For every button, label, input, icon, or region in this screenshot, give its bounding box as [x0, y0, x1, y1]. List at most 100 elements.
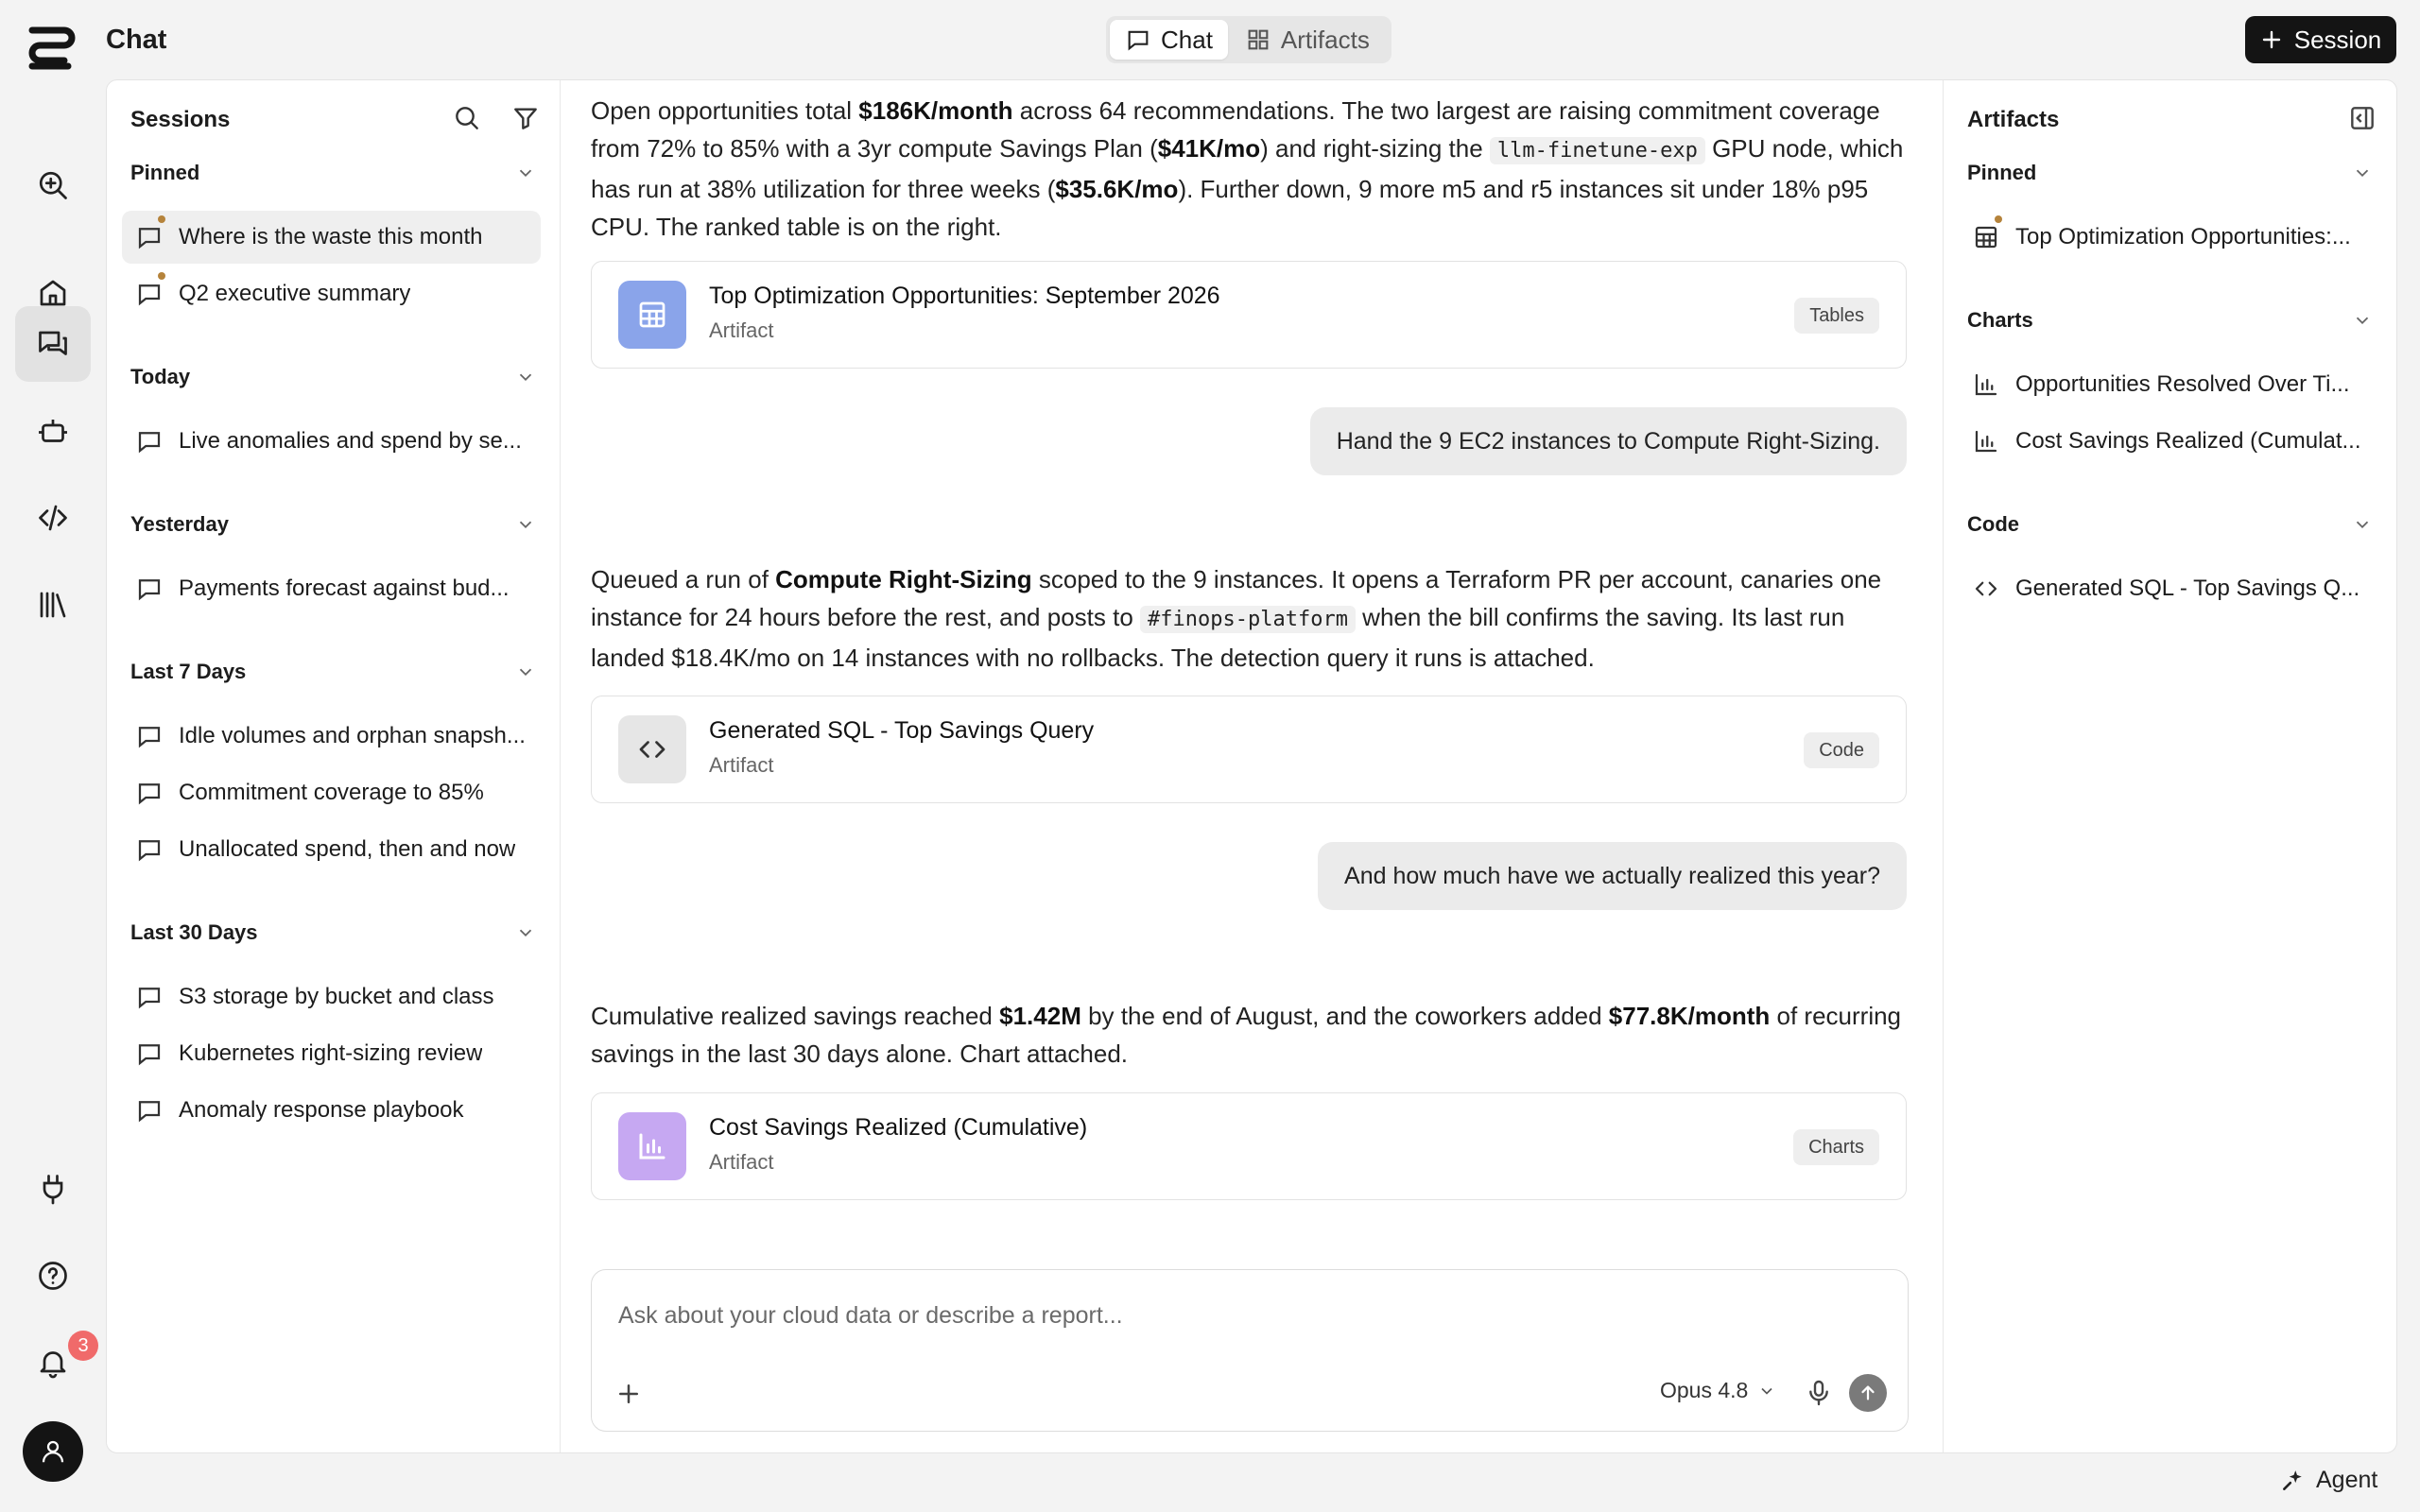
- chart-icon: [1972, 370, 2000, 399]
- code-icon: [36, 501, 70, 535]
- rail-agents-button[interactable]: [15, 393, 91, 469]
- agent-button[interactable]: Agent: [2280, 1467, 2377, 1494]
- group-pinned[interactable]: Pinned: [130, 158, 536, 188]
- group-label: Today: [130, 365, 191, 388]
- artifact-type-badge: Tables: [1794, 298, 1879, 334]
- artifact-subtitle: Artifact: [709, 753, 774, 777]
- artifacts-title: Artifacts: [1967, 107, 2060, 132]
- chevron-down-icon: [2352, 163, 2373, 183]
- chat-icon: [135, 575, 164, 603]
- emphasis-value: $41K/mo: [1157, 134, 1261, 163]
- session-item[interactable]: Where is the waste this month: [122, 211, 541, 264]
- search-icon[interactable]: [452, 103, 482, 133]
- artifact-type-badge: Charts: [1793, 1129, 1879, 1165]
- top-bar: Chat Chat Artifacts Session: [0, 0, 2420, 79]
- chat-input[interactable]: [618, 1302, 1847, 1330]
- chat-icon: [135, 779, 164, 807]
- session-item[interactable]: Unallocated spend, then and now: [122, 823, 541, 876]
- session-item[interactable]: Anomaly response playbook: [122, 1084, 541, 1137]
- group-label: Last 30 Days: [130, 920, 258, 944]
- sessions-tools: [452, 103, 541, 133]
- chevron-down-icon: [515, 367, 536, 387]
- chevron-down-icon: [515, 922, 536, 943]
- artifact-item[interactable]: Cost Savings Realized (Cumulat...: [1959, 415, 2377, 468]
- model-selector[interactable]: Opus 4.8: [1660, 1378, 1776, 1403]
- send-button[interactable]: [1849, 1374, 1887, 1412]
- artifact-item[interactable]: Opportunities Resolved Over Ti...: [1959, 358, 2377, 411]
- add-attachment-icon[interactable]: [614, 1380, 643, 1408]
- workspace: Sessions Pinned Where is the waste this …: [106, 79, 2397, 1453]
- app-logo[interactable]: [26, 23, 78, 74]
- rail-library-button[interactable]: [15, 567, 91, 643]
- session-label: Payments forecast against bud...: [179, 576, 510, 601]
- group-label: Code: [1967, 512, 2019, 536]
- help-icon: [36, 1259, 70, 1293]
- group-last-7-days[interactable]: Last 7 Days: [130, 657, 536, 687]
- artifact-card[interactable]: Cost Savings Realized (Cumulative) Artif…: [591, 1092, 1907, 1200]
- artifact-card[interactable]: Top Optimization Opportunities: Septembe…: [591, 261, 1907, 369]
- group-label: Yesterday: [130, 512, 229, 536]
- session-item[interactable]: Commitment coverage to 85%: [122, 766, 541, 819]
- chat-panel: Open opportunities total $186K/month acr…: [561, 80, 1945, 1452]
- chevron-down-icon: [515, 514, 536, 535]
- rail-search-button[interactable]: [15, 147, 91, 223]
- artifact-label: Generated SQL - Top Savings Q...: [2015, 576, 2360, 601]
- chat-icon: [135, 722, 164, 750]
- session-label: Where is the waste this month: [179, 224, 483, 249]
- collapse-panel-icon[interactable]: [2347, 103, 2377, 133]
- emphasis-value: $35.6K/mo: [1055, 175, 1179, 203]
- new-session-button[interactable]: Session: [2245, 16, 2396, 63]
- group-label: Last 7 Days: [130, 660, 247, 683]
- tab-artifacts[interactable]: Artifacts: [1230, 20, 1385, 60]
- rail-integrations-button[interactable]: [15, 1151, 91, 1227]
- group-pinned[interactable]: Pinned: [1967, 158, 2373, 188]
- grid-icon: [1245, 26, 1271, 53]
- group-last-30-days[interactable]: Last 30 Days: [130, 918, 536, 948]
- rail-code-button[interactable]: [15, 480, 91, 556]
- session-label: Anomaly response playbook: [179, 1097, 464, 1123]
- chat-icon: [1125, 26, 1151, 53]
- group-code[interactable]: Code: [1967, 509, 2373, 540]
- page-title: Chat: [106, 25, 167, 55]
- session-item[interactable]: Live anomalies and spend by se...: [122, 415, 541, 468]
- artifact-label: Cost Savings Realized (Cumulat...: [2015, 428, 2361, 454]
- code-icon: [1972, 575, 2000, 603]
- tab-label: Artifacts: [1280, 25, 1370, 54]
- table-icon: [1972, 215, 2002, 251]
- chat-icon: [135, 272, 165, 308]
- artifact-item[interactable]: Top Optimization Opportunities:...: [1959, 211, 2377, 264]
- avatar[interactable]: [23, 1421, 83, 1482]
- session-item[interactable]: Kubernetes right-sizing review: [122, 1027, 541, 1080]
- plus-icon: [2260, 28, 2283, 51]
- chevron-down-icon: [2352, 514, 2373, 535]
- artifact-item[interactable]: Generated SQL - Top Savings Q...: [1959, 562, 2377, 615]
- session-label: Live anomalies and spend by se...: [179, 428, 522, 454]
- rail-help-button[interactable]: [15, 1238, 91, 1314]
- artifact-card[interactable]: Generated SQL - Top Savings Query Artifa…: [591, 696, 1907, 803]
- home-icon: [36, 276, 70, 310]
- session-item[interactable]: S3 storage by bucket and class: [122, 971, 541, 1023]
- emphasis-value: $186K/month: [858, 96, 1013, 125]
- filter-icon[interactable]: [510, 103, 541, 133]
- group-label: Pinned: [1967, 161, 2037, 184]
- group-today[interactable]: Today: [130, 362, 536, 392]
- artifact-title: Cost Savings Realized (Cumulative): [709, 1114, 1088, 1141]
- assistant-message: Queued a run of Compute Right-Sizing sco…: [591, 565, 1882, 672]
- microphone-icon[interactable]: [1804, 1378, 1834, 1408]
- chevron-down-icon: [2352, 310, 2373, 331]
- chat-icon: [135, 215, 165, 251]
- user-message: And how much have we actually realized t…: [1318, 842, 1907, 910]
- inline-code: llm-finetune-exp: [1489, 137, 1705, 164]
- session-item[interactable]: Payments forecast against bud...: [122, 562, 541, 615]
- session-label: S3 storage by bucket and class: [179, 984, 494, 1009]
- rail-chat-button[interactable]: [15, 306, 91, 382]
- session-item[interactable]: Idle volumes and orphan snapsh...: [122, 710, 541, 763]
- group-yesterday[interactable]: Yesterday: [130, 509, 536, 540]
- session-item[interactable]: Q2 executive summary: [122, 267, 541, 320]
- table-icon: [618, 281, 686, 349]
- tab-chat[interactable]: Chat: [1110, 20, 1228, 60]
- chevron-down-icon: [515, 163, 536, 183]
- artifacts-tools: [2347, 103, 2377, 133]
- group-charts[interactable]: Charts: [1967, 305, 2373, 335]
- sparkle-icon: [2280, 1469, 2305, 1493]
